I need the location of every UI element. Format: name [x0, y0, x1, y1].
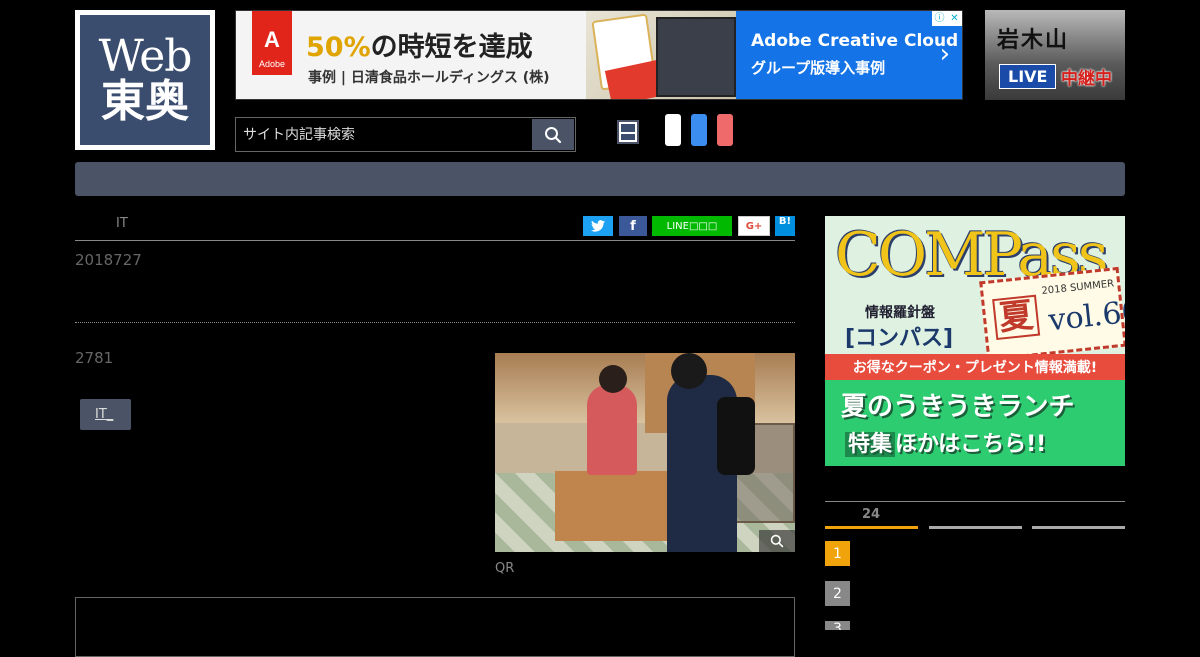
live-badge: LIVE — [999, 64, 1057, 89]
banner-lunch-title: 夏のうきうきランチ — [841, 392, 1075, 422]
side-ad-live[interactable]: 岩木山 LIVE 中継中 — [985, 10, 1125, 100]
site-search — [235, 117, 576, 152]
search-input[interactable] — [236, 118, 533, 151]
rank-badge-3: 3 — [825, 621, 850, 630]
facebook-icon: f — [630, 218, 636, 234]
hatena-icon: B! — [778, 216, 792, 227]
logo-line-2: 東奥 — [101, 75, 189, 127]
rank-badge-2: 2 — [825, 581, 850, 606]
title-divider — [75, 322, 795, 323]
ad-headline: 50%の時短を達成 — [306, 32, 533, 63]
search-icon — [545, 126, 562, 143]
chevron-right-icon: › — [939, 39, 950, 69]
magnifier-icon — [770, 534, 784, 548]
theme-white-button[interactable] — [665, 114, 681, 146]
banner-natsu: 夏 — [992, 294, 1041, 341]
side-ad-title: 岩木山 — [997, 27, 1070, 53]
ad-cta-panel[interactable]: Adobe Creative Cloud グループ版導入事例 › — [736, 11, 962, 99]
zoom-button[interactable] — [759, 530, 795, 552]
article-body-box — [75, 597, 795, 657]
adobe-logo: A Adobe — [252, 11, 292, 75]
article-category[interactable]: IT — [116, 216, 128, 231]
ad-choices[interactable]: ⓘ ✕ — [932, 11, 962, 26]
ad-cta-line-2: グループ版導入事例 — [751, 59, 886, 77]
banner-stripe: お得なクーポン・プレゼント情報満載! — [825, 354, 1125, 380]
monitor-image — [656, 17, 736, 97]
ranking-title: 24 — [862, 507, 881, 522]
site-logo[interactable]: Web 東奥 — [75, 10, 215, 150]
ranking-divider — [825, 501, 1125, 502]
ranking-tab-1[interactable] — [825, 526, 918, 529]
theme-blue-button[interactable] — [691, 114, 707, 146]
banner-vol: vol.66 — [1046, 293, 1125, 339]
article-tag[interactable]: IT_ — [80, 399, 131, 430]
side-ad-status: 中継中 — [1061, 69, 1112, 89]
compass-banner-ad[interactable]: COMPass 情報羅針盤 [コンパス] 夏 2018 SUMMER vol.6… — [825, 216, 1125, 466]
banner-konpasu: [コンパス] — [845, 326, 954, 351]
line-share-label: LINE□□□ — [666, 220, 718, 232]
leaderboard-ad[interactable]: A Adobe 50%の時短を達成 事例 | 日清食品ホールディングス (株) A… — [235, 10, 963, 100]
banner-lunch-sub: 特集 ほかはこちら!! — [845, 426, 1046, 458]
article-date: 2018727 — [75, 251, 142, 269]
header-divider — [75, 240, 795, 241]
global-nav — [75, 162, 1125, 196]
banner-subtitle: 情報羅針盤 — [865, 305, 935, 321]
ad-info-icon[interactable]: ⓘ — [932, 11, 947, 26]
banner-lunch-panel: 夏のうきうきランチ 特集 ほかはこちら!! — [825, 380, 1125, 466]
banner-stamp: 夏 2018 SUMMER vol.66 — [979, 266, 1125, 362]
close-icon[interactable]: ✕ — [947, 11, 962, 26]
ad-subline: 事例 | 日清食品ホールディングス (株) — [308, 70, 550, 86]
photo-caption: QR — [495, 561, 515, 576]
theme-red-button[interactable] — [717, 114, 733, 146]
google-plus-share-button[interactable]: G+ — [738, 216, 770, 236]
rank-badge-1: 1 — [825, 541, 850, 566]
hatena-bookmark-button[interactable]: B! — [775, 216, 795, 236]
twitter-share-button[interactable] — [583, 216, 613, 236]
article-count: 2781 — [75, 349, 114, 367]
line-share-button[interactable]: LINE□□□ — [652, 216, 732, 236]
google-plus-icon: G+ — [745, 220, 763, 232]
search-button[interactable] — [532, 119, 574, 150]
article-photo[interactable] — [495, 353, 795, 552]
grid-menu-icon[interactable] — [617, 120, 639, 144]
ranking-tab-3[interactable] — [1032, 526, 1125, 529]
ranking-tab-2[interactable] — [929, 526, 1022, 529]
twitter-icon — [591, 220, 605, 232]
logo-line-1: Web — [98, 30, 193, 82]
facebook-share-button[interactable]: f — [619, 216, 647, 236]
ad-cta-line-1: Adobe Creative Cloud — [751, 31, 959, 51]
banner-year: 2018 SUMMER — [1041, 278, 1115, 298]
